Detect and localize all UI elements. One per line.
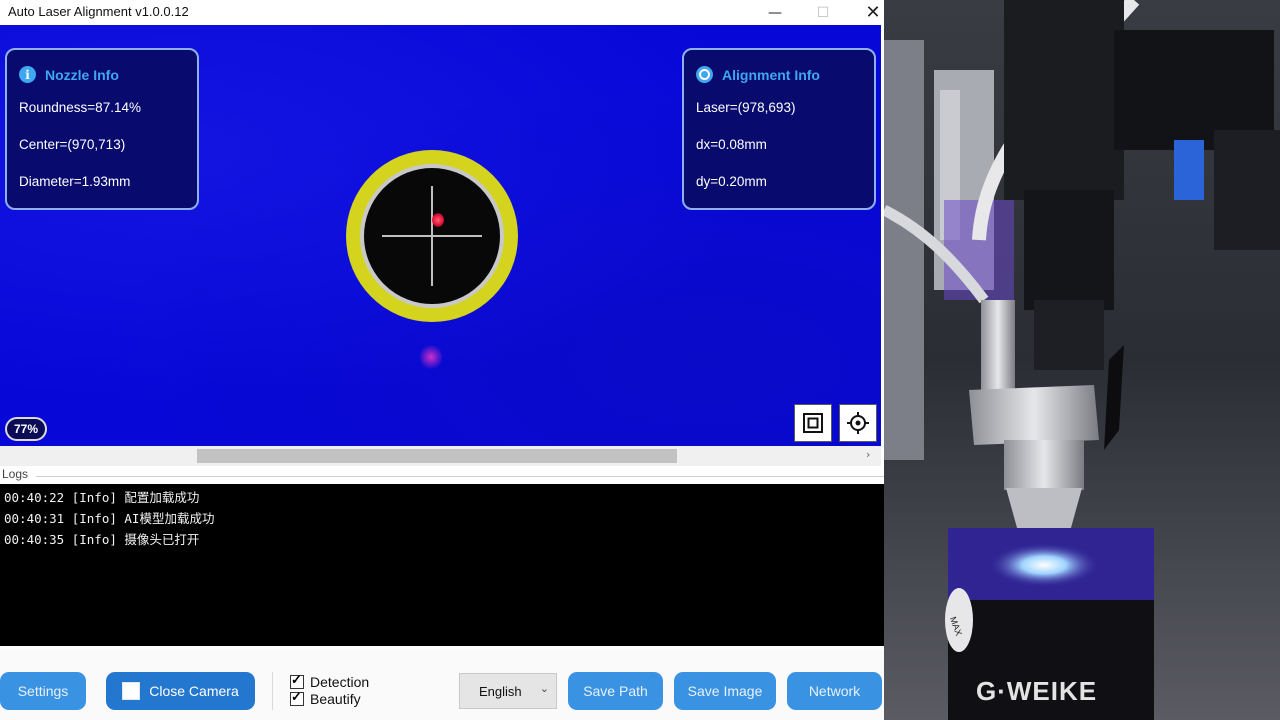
chevron-down-icon: ⌄ xyxy=(539,683,549,695)
horizontal-scrollbar[interactable]: › xyxy=(0,446,881,466)
window-title: Auto Laser Alignment v1.0.0.12 xyxy=(8,4,189,19)
dy-value: dy=0.20mm xyxy=(696,174,767,189)
beautify-checkbox[interactable]: Beautify xyxy=(290,689,361,707)
toolbar-divider xyxy=(272,672,273,710)
alignment-info-title: Alignment Info xyxy=(722,66,820,83)
nozzle-info-title: Nozzle Info xyxy=(45,66,119,83)
brand-logo: G·WEIKE xyxy=(976,676,1098,706)
close-camera-button[interactable]: Close Camera xyxy=(106,672,255,710)
laser-spot xyxy=(432,213,444,227)
locate-target-button[interactable] xyxy=(839,404,877,442)
crosshair-vertical xyxy=(431,186,433,286)
close-camera-label: Close Camera xyxy=(149,683,239,699)
save-path-button[interactable]: Save Path xyxy=(568,672,663,710)
bottom-toolbar: Settings Close Camera Detection Beautify… xyxy=(0,650,884,720)
laser-head-illustration: MAX xyxy=(884,0,1280,720)
target-icon xyxy=(847,412,869,434)
log-console[interactable]: 00:40:22 [Info] 配置加载成功 00:40:31 [Info] A… xyxy=(0,484,884,646)
scroll-right-arrow[interactable]: › xyxy=(866,448,870,461)
language-value: English xyxy=(479,683,522,699)
language-select[interactable]: English ⌄ xyxy=(459,673,557,709)
checkbox-checked-icon xyxy=(290,672,304,689)
dx-value: dx=0.08mm xyxy=(696,137,767,152)
beautify-label: Beautify xyxy=(310,691,361,707)
reflection-spot xyxy=(420,343,442,371)
laser-value: Laser=(978,693) xyxy=(696,100,796,115)
detection-checkbox[interactable]: Detection xyxy=(290,672,370,690)
zoom-badge: 77% xyxy=(5,417,47,441)
info-icon: i xyxy=(19,66,36,83)
network-button[interactable]: Network xyxy=(787,672,882,710)
machine-photo: MAX xyxy=(884,0,1280,720)
camera-state-box xyxy=(122,682,141,700)
close-window-button[interactable]: ✕ xyxy=(850,0,884,25)
scrollbar-thumb[interactable] xyxy=(197,449,677,463)
checkbox-checked-icon xyxy=(290,689,304,706)
diameter-value: Diameter=1.93mm xyxy=(19,174,131,189)
save-image-button[interactable]: Save Image xyxy=(674,672,776,710)
alignment-info-panel: Alignment Info Laser=(978,693) dx=0.08mm… xyxy=(682,48,876,210)
detection-label: Detection xyxy=(310,674,370,690)
settings-button[interactable]: Settings xyxy=(0,672,86,710)
logs-divider xyxy=(36,476,884,477)
maximize-button[interactable]: ☐ xyxy=(800,0,846,25)
alignment-info-header: Alignment Info xyxy=(696,66,820,83)
fit-view-button[interactable] xyxy=(794,404,832,442)
camera-view[interactable]: i Nozzle Info Roundness=87.14% Center=(9… xyxy=(0,25,881,446)
nozzle-info-panel: i Nozzle Info Roundness=87.14% Center=(9… xyxy=(5,48,199,210)
center-value: Center=(970,713) xyxy=(19,137,126,152)
log-line: 00:40:35 [Info] 摄像头已打开 xyxy=(4,532,200,547)
app-window: Auto Laser Alignment v1.0.0.12 — ☐ ✕ i N… xyxy=(0,0,884,720)
roundness-value: Roundness=87.14% xyxy=(19,100,141,115)
log-line: 00:40:31 [Info] AI模型加载成功 xyxy=(4,511,215,526)
log-line: 00:40:22 [Info] 配置加载成功 xyxy=(4,490,200,505)
title-bar: Auto Laser Alignment v1.0.0.12 — ☐ ✕ xyxy=(0,0,884,25)
target-icon xyxy=(696,66,713,83)
logs-label: Logs xyxy=(2,467,29,481)
nozzle-info-header: i Nozzle Info xyxy=(19,66,119,83)
minimize-button[interactable]: — xyxy=(752,0,798,25)
fit-view-icon xyxy=(803,413,823,433)
